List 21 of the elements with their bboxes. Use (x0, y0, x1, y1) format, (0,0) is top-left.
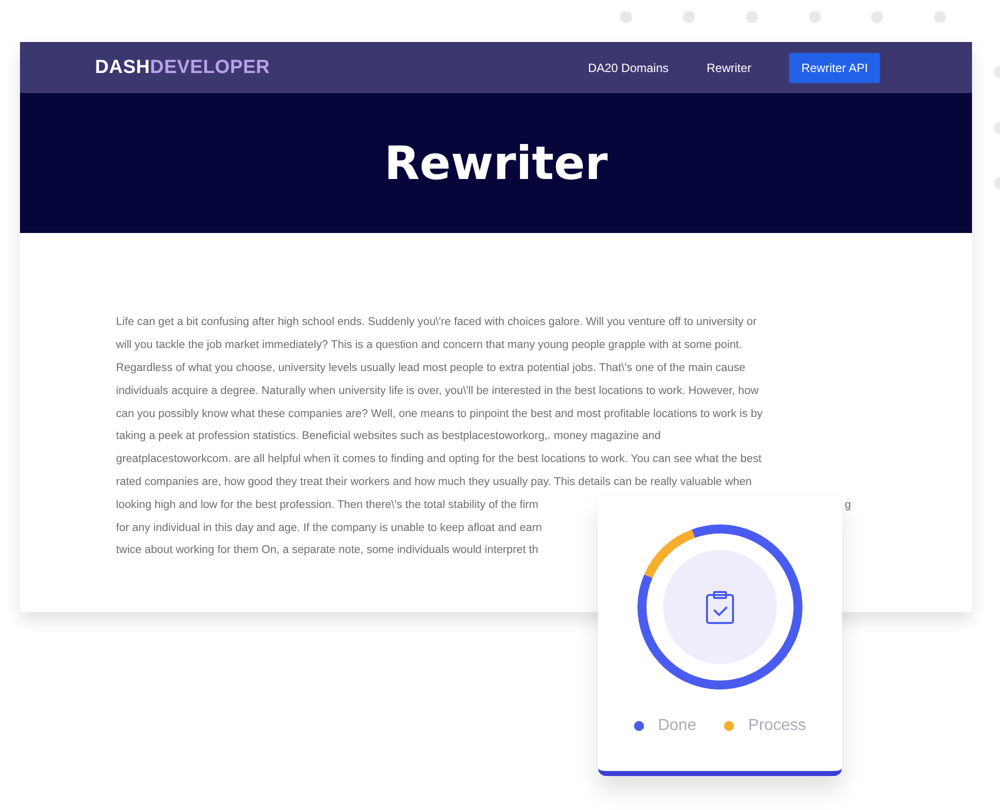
paragraph-fragment: g (844, 498, 851, 511)
legend-label: Process (748, 717, 806, 735)
logo-text: DASH (95, 56, 150, 78)
paragraph-line: greatplacestoworkcom. are all helpful when it comes to finding and opting for the best locations to work. You can see what the best (116, 453, 762, 466)
paragraph-line: individuals acquire a degree. Naturally when university life is over, you\'ll be interested in the best locations to work. However, how (116, 384, 759, 397)
paragraph-line: taking a peek at profession statistics. Beneficial websites such as bestplacestoworkorg,. money magazine and (116, 430, 661, 442)
nav-link[interactable]: DA20 Domains (588, 60, 669, 74)
paragraph-line: twice about working for them On, a separate note, some individuals would interpret th (116, 544, 538, 556)
paragraph-line: Regardless of what you choose, university levels usually lead most people to extra potential jobs. That\'s one of the main cause (116, 362, 746, 374)
paragraph-line: for any individual in this day and age. If the company is unable to keep afloat and earn (116, 522, 542, 534)
paragraph-line: Life can get a bit confusing after high school ends. Suddenly you\'re faced with choices galore. Will you venture off to university or (116, 316, 757, 328)
paragraph-line: can you possibly know what these companies are? Well, one means to pinpoint the best and most profitable locations to work is by (116, 408, 763, 420)
api-button[interactable]: Rewriter API (789, 52, 880, 82)
logo-text: DEVELOPER (150, 56, 270, 78)
paragraph-line: looking high and low for the best profession. Then there\'s the total stability of the firm (116, 498, 538, 511)
nav-link[interactable]: Rewriter (706, 60, 752, 74)
paragraph-line: rated companies are, how good they treat their workers and how much they usually pay. This details can be really valuable when (116, 476, 752, 488)
legend-label: Done (658, 717, 696, 735)
paragraph-line: will you tackle the job market immediately? This is a question and concern that many young people grapple with at some point. (116, 339, 742, 352)
page-title: Rewriter (384, 136, 608, 190)
clipboard-icon (706, 591, 734, 624)
